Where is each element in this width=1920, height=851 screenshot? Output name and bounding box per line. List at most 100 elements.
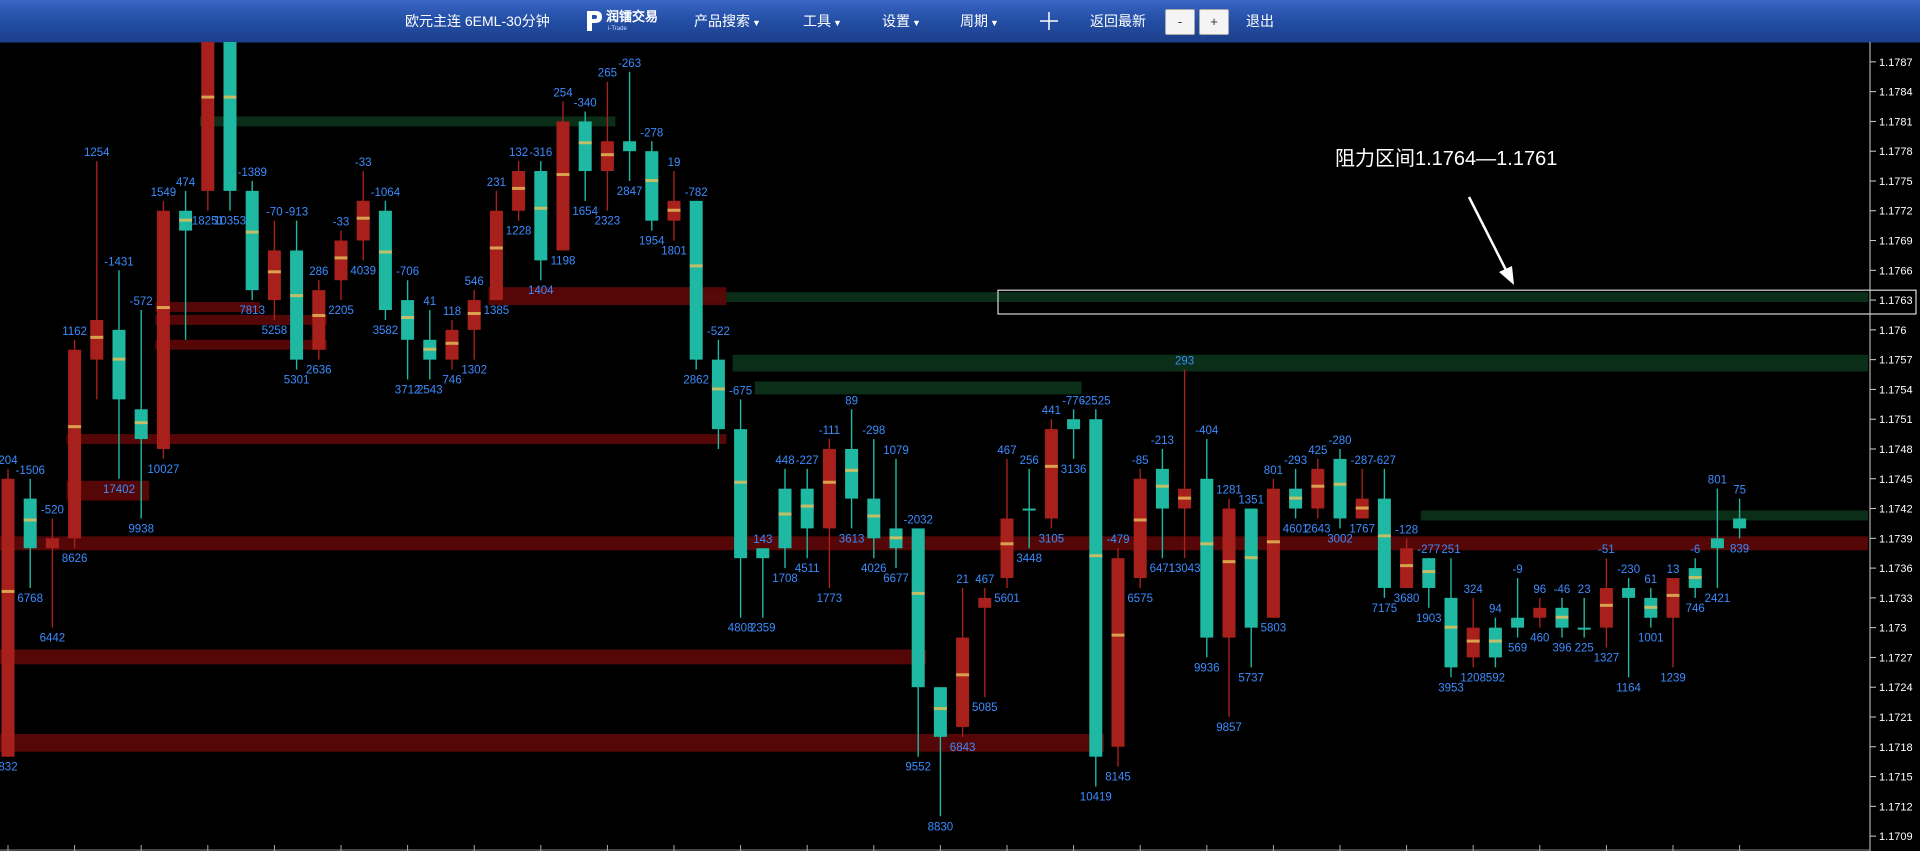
candle-poc-marker — [1244, 556, 1258, 560]
candle-top-label: 1254 — [84, 147, 110, 159]
candle-body — [512, 171, 526, 211]
exit-button[interactable]: 退出 — [1246, 0, 1274, 42]
tools-menu[interactable]: 工具 ▼ — [803, 0, 842, 42]
candle-body — [845, 448, 859, 499]
candle-poc-marker — [512, 186, 526, 190]
candlestick-chart[interactable]: 204832-15066768-5206442116286261254-1431… — [0, 42, 1920, 851]
candle-poc-marker — [778, 512, 792, 516]
candle-bottom-label: 1385 — [484, 305, 510, 317]
price-tick-label: 1.1712 — [1879, 801, 1913, 813]
resistance-zone — [0, 649, 927, 665]
candle-bottom-label: 9938 — [128, 523, 154, 535]
candle-poc-marker — [290, 294, 304, 298]
candle-poc-marker — [734, 480, 748, 484]
candle-top-label: 801 — [1708, 475, 1727, 487]
zoom-in-button[interactable]: + — [1199, 9, 1229, 35]
price-tick-label: 1.1748 — [1879, 444, 1913, 456]
candle-poc-marker — [1444, 625, 1458, 629]
candle-poc-marker — [845, 468, 859, 472]
candle-poc-marker — [1178, 496, 1192, 500]
candle-poc-marker — [1089, 554, 1103, 558]
candle-top-label: -277 — [1417, 544, 1440, 556]
candle-body — [334, 240, 348, 281]
candle-top-label: -675 — [729, 385, 752, 397]
candle-top-label: -46 — [1554, 584, 1571, 596]
candle-poc-marker — [1377, 534, 1391, 538]
candle-poc-marker — [112, 357, 126, 361]
candle-top-label: -51 — [1598, 544, 1615, 556]
candle-top-label: 231 — [487, 177, 506, 189]
candle-bottom-label: 8626 — [62, 553, 88, 565]
candle-poc-marker — [645, 178, 659, 182]
settings-menu[interactable]: 设置 ▼ — [882, 0, 921, 42]
product-search-menu[interactable]: 产品搜索 ▼ — [694, 0, 761, 42]
candle-top-label: 474 — [176, 177, 196, 189]
candle-poc-marker — [489, 246, 503, 250]
candle-bottom-label: 2847 — [617, 186, 643, 198]
tools-label: 工具 — [803, 13, 831, 29]
candle-poc-marker — [534, 206, 548, 210]
price-tick-label: 1.176 — [1879, 325, 1907, 337]
candle-body — [978, 597, 992, 608]
candle-bottom-label: 2205 — [328, 305, 354, 317]
candle-bottom-label: 5258 — [262, 325, 288, 337]
candle-poc-marker — [156, 306, 170, 310]
candle-top-label: 1079 — [883, 445, 909, 457]
candle-poc-marker — [600, 153, 614, 157]
price-tick-label: 1.1787 — [1879, 57, 1913, 69]
candle-poc-marker — [245, 230, 259, 234]
candle-top-label: -213 — [1151, 435, 1174, 447]
candle-top-label: -316 — [529, 147, 552, 159]
candle-body — [645, 151, 659, 221]
candle-bottom-label: 8830 — [928, 821, 954, 833]
candle-top-label: 441 — [1042, 405, 1061, 417]
candle-poc-marker — [1644, 605, 1658, 609]
candle-bottom-label: 5737 — [1238, 672, 1264, 684]
candle-body — [756, 548, 770, 559]
candle-body — [1622, 587, 1636, 598]
candle-bottom-label: 1767 — [1349, 523, 1375, 535]
candle-body — [378, 210, 392, 311]
chevron-down-icon: ▼ — [990, 18, 999, 28]
candle-poc-marker — [334, 256, 348, 260]
period-menu[interactable]: 周期 ▼ — [960, 0, 999, 42]
candle-top-label: 61 — [1644, 574, 1657, 586]
candle-bottom-label: 1208 — [1460, 672, 1486, 684]
support-zone — [1420, 510, 1868, 521]
crosshair-icon[interactable] — [1040, 12, 1058, 30]
candle-top-label: -33 — [355, 157, 372, 169]
candle-top-label: 132 — [509, 147, 528, 159]
candle-body — [1599, 587, 1613, 628]
candle-bottom-label: 1327 — [1594, 653, 1620, 665]
candle-top-label: -280 — [1328, 435, 1351, 447]
candle-body — [1710, 538, 1724, 549]
candle-poc-marker — [312, 313, 326, 317]
candle-body — [800, 488, 814, 529]
candle-top-label: 256 — [1020, 455, 1039, 467]
candle-body — [1511, 617, 1525, 628]
back-to-latest-button[interactable]: 返回最新 — [1090, 0, 1146, 42]
candle-body — [1200, 478, 1214, 638]
candle-top-label: -263 — [618, 58, 641, 70]
candle-bottom-label: 569 — [1508, 643, 1527, 655]
candle-bottom-label: 832 — [0, 762, 18, 774]
candle-body — [822, 448, 836, 529]
candle-top-label: -9 — [1512, 564, 1522, 576]
candle-top-label: -85 — [1132, 455, 1149, 467]
candle-body — [1444, 597, 1458, 668]
zoom-out-button[interactable]: - — [1165, 9, 1195, 35]
candle-poc-marker — [667, 208, 681, 212]
candle-body — [245, 190, 259, 291]
chevron-down-icon: ▼ — [752, 18, 761, 28]
candle-bottom-label: 839 — [1730, 543, 1749, 555]
candle-top-label: 13 — [1667, 564, 1680, 576]
candle-body — [290, 250, 304, 360]
candle-bottom-label: 2636 — [306, 365, 332, 377]
candle-top-label: -298 — [862, 425, 885, 437]
price-tick-label: 1.1763 — [1879, 295, 1913, 307]
candle-body — [90, 319, 104, 360]
candle-poc-marker — [578, 141, 592, 145]
top-toolbar: 欧元主连 6EML-30分钟 润镭交易 i-Trade 产品搜索 ▼ 工具 ▼ 设置… — [0, 0, 1920, 43]
candle-bottom-label: 9552 — [905, 762, 931, 774]
candle-body — [933, 687, 947, 737]
